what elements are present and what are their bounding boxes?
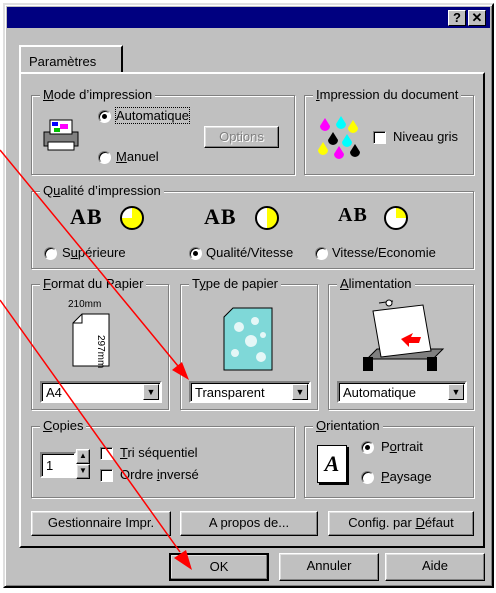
mode-automatic-radio[interactable] <box>98 110 111 123</box>
quality-superior-label: Supérieure <box>62 245 126 260</box>
landscape-radio[interactable] <box>361 471 374 484</box>
quality-balanced-label: Qualité/Vitesse <box>206 245 294 260</box>
tab-page: Mode d’impression Automatique Manuel Opt… <box>19 72 485 548</box>
portrait-page-icon: A <box>317 445 347 483</box>
mode-manual-label: Manuel <box>116 149 159 164</box>
spin-up-icon[interactable]: ▲ <box>76 449 90 464</box>
paper-tray-icon <box>363 299 445 371</box>
color-drops-icon <box>318 116 360 159</box>
document-print-group: Impression du document Niveau gris <box>304 87 474 175</box>
quality-economy-radio[interactable] <box>315 247 328 260</box>
portrait-label: Portrait <box>381 439 423 454</box>
tab-label: Paramètres <box>29 54 97 69</box>
quality-medium-sample: AB <box>204 204 237 229</box>
help-title-button[interactable]: ? <box>448 10 466 26</box>
chevron-down-icon[interactable]: ▼ <box>143 384 159 400</box>
paper-format-value: A4 <box>46 385 62 400</box>
paper-format-legend: Format du Papier <box>40 276 147 291</box>
print-quality-group: Qualité d’impression AB AB AB Supérieure… <box>31 183 474 269</box>
chevron-down-icon[interactable]: ▼ <box>292 384 308 400</box>
mode-manual-radio[interactable] <box>98 151 111 164</box>
landscape-label: Paysage <box>381 469 432 484</box>
quality-high-sample: AB <box>70 204 103 229</box>
paper-feed-select[interactable]: Automatique ▼ <box>337 381 467 403</box>
paper-type-group: Type de papier Transparent ▼ <box>180 276 318 410</box>
paper-height-label: 297mm <box>95 335 106 369</box>
clock-fast-icon <box>384 206 408 230</box>
clock-slow-icon <box>120 206 144 230</box>
paper-feed-value: Automatique <box>343 385 416 400</box>
copies-input[interactable]: 1 <box>40 452 76 478</box>
portrait-radio[interactable] <box>361 441 374 454</box>
close-button[interactable]: ✕ <box>468 10 486 26</box>
reverse-order-label: Ordre inversé <box>120 467 199 482</box>
title-bar[interactable]: ? ✕ <box>7 7 490 28</box>
quality-economy-sample: AB <box>338 204 368 226</box>
quality-superior-radio[interactable] <box>44 247 57 260</box>
paper-feed-legend: Alimentation <box>337 276 415 291</box>
copies-legend: Copies <box>40 418 87 433</box>
paper-format-group: Format du Papier 210mm 297mm A4 ▼ <box>31 276 169 410</box>
about-button[interactable]: A propos de... <box>180 511 318 536</box>
paper-feed-group: Alimentation Automatique ▼ <box>328 276 474 410</box>
grayscale-checkbox[interactable] <box>373 131 386 144</box>
paper-type-select[interactable]: Transparent ▼ <box>189 381 311 403</box>
document-print-legend: Impression du document <box>313 87 462 102</box>
ok-button[interactable]: OK <box>169 553 269 581</box>
default-config-button[interactable]: Config. par Défaut <box>328 511 474 536</box>
print-settings-dialog: ? ✕ Paramètres Mode d’impression Automat… <box>3 3 494 588</box>
spin-down-icon[interactable]: ▼ <box>76 464 90 479</box>
collate-label: Tri séquentiel <box>120 445 198 460</box>
printer-manager-button[interactable]: Gestionnaire Impr. <box>31 511 171 536</box>
paper-width-label: 210mm <box>68 299 102 310</box>
clock-medium-icon <box>255 206 279 230</box>
print-mode-legend: Mode d’impression <box>40 87 156 102</box>
options-button[interactable]: Options <box>204 126 279 148</box>
copies-group: Copies 1 ▲ ▼ Tri séquentiel Ordre invers… <box>31 418 295 498</box>
cancel-button[interactable]: Annuler <box>279 553 379 581</box>
paper-type-value: Transparent <box>195 385 265 400</box>
mode-automatic-label: Automatique <box>115 107 190 124</box>
printer-icon <box>43 119 79 151</box>
grayscale-label: Niveau gris <box>393 129 459 144</box>
chevron-down-icon[interactable]: ▼ <box>448 384 464 400</box>
print-mode-group: Mode d’impression Automatique Manuel Opt… <box>31 87 295 175</box>
transparent-paper-icon <box>223 307 273 371</box>
paper-type-legend: Type de papier <box>189 276 282 291</box>
tab-parametres[interactable]: Paramètres <box>19 45 123 73</box>
copies-spinner[interactable]: ▲ ▼ <box>76 449 90 479</box>
collate-checkbox[interactable] <box>100 447 113 460</box>
quality-economy-label: Vitesse/Economie <box>332 245 436 260</box>
reverse-order-checkbox[interactable] <box>100 469 113 482</box>
quality-balanced-radio[interactable] <box>189 247 202 260</box>
orientation-group: Orientation A Portrait Paysage <box>304 418 474 498</box>
paper-format-select[interactable]: A4 ▼ <box>40 381 162 403</box>
orientation-legend: Orientation <box>313 418 383 433</box>
help-button[interactable]: Aide <box>385 553 485 581</box>
print-quality-legend: Qualité d’impression <box>40 183 164 198</box>
